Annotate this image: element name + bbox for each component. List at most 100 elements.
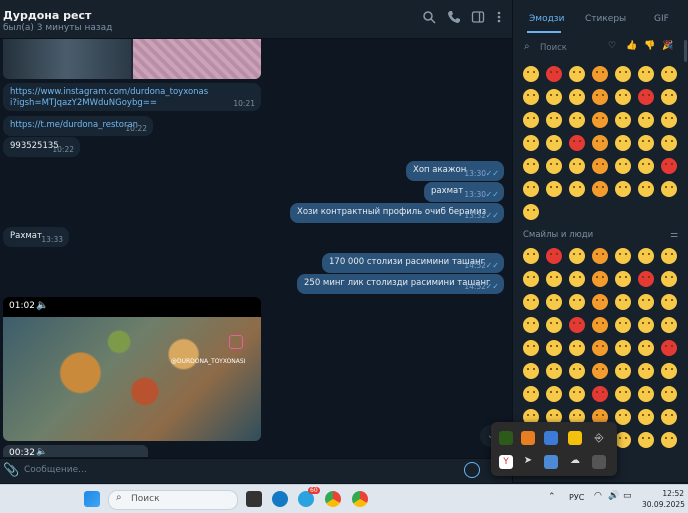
- emoji-item[interactable]: [546, 158, 562, 174]
- emoji-item[interactable]: [592, 363, 608, 379]
- party-icon[interactable]: 🎉: [662, 41, 673, 51]
- emoji-item[interactable]: [523, 181, 539, 197]
- emoji-item[interactable]: [592, 294, 608, 310]
- emoji-item[interactable]: [592, 248, 608, 264]
- video-message[interactable]: 00:32 🔈: [3, 445, 148, 457]
- emoji-item[interactable]: [523, 89, 539, 105]
- emoji-item[interactable]: [546, 271, 562, 287]
- emoji-item[interactable]: [523, 386, 539, 402]
- emoji-item[interactable]: [638, 294, 654, 310]
- emoji-item[interactable]: [615, 181, 631, 197]
- search-icon[interactable]: [421, 10, 437, 26]
- emoji-item[interactable]: [523, 294, 539, 310]
- volume-mute-icon[interactable]: 🔈: [36, 447, 47, 457]
- security-tray-icon[interactable]: [544, 455, 558, 469]
- photo-message[interactable]: [3, 39, 261, 79]
- task-view-icon[interactable]: [246, 491, 262, 507]
- settings-icon[interactable]: ⚌: [670, 230, 678, 240]
- emoji-item[interactable]: [546, 112, 562, 128]
- emoji-item[interactable]: [615, 248, 631, 264]
- emoji-search[interactable]: ⌕ Поиск ♡ 👍 👎 🎉: [520, 40, 684, 56]
- emoji-item[interactable]: [661, 135, 677, 151]
- emoji-item[interactable]: [638, 317, 654, 333]
- emoji-item[interactable]: [638, 363, 654, 379]
- emoji-item[interactable]: [638, 386, 654, 402]
- emoji-item[interactable]: [592, 135, 608, 151]
- emoji-item[interactable]: [615, 66, 631, 82]
- thumbs-up-icon[interactable]: 👍: [626, 41, 637, 51]
- emoji-item[interactable]: [569, 340, 585, 356]
- emoji-item[interactable]: [569, 294, 585, 310]
- language-indicator[interactable]: РУС: [569, 493, 584, 502]
- emoji-item[interactable]: [569, 317, 585, 333]
- emoji-item[interactable]: [546, 181, 562, 197]
- thumbs-down-icon[interactable]: 👎: [644, 41, 655, 51]
- emoji-item[interactable]: [661, 386, 677, 402]
- emoji-item[interactable]: [661, 294, 677, 310]
- sidebar-toggle-icon[interactable]: [470, 10, 486, 26]
- emoji-item[interactable]: [615, 112, 631, 128]
- emoji-item[interactable]: [523, 340, 539, 356]
- telegram-link[interactable]: https://t.me/durdona_restoran: [10, 120, 138, 130]
- taskbar-search[interactable]: ⌕ Поиск: [108, 490, 238, 510]
- emoji-item[interactable]: [638, 89, 654, 105]
- emoji-item[interactable]: [592, 386, 608, 402]
- emoji-item[interactable]: [615, 89, 631, 105]
- layers-tray-icon[interactable]: [544, 431, 558, 445]
- message-bubble[interactable]: 250 минг лик столизди расимини ташанг 14…: [297, 274, 504, 294]
- emoji-item[interactable]: [615, 271, 631, 287]
- emoji-item[interactable]: [546, 294, 562, 310]
- video-thumbnail[interactable]: [3, 317, 261, 441]
- emoji-item[interactable]: [592, 112, 608, 128]
- emoji-item[interactable]: [615, 340, 631, 356]
- emoji-item[interactable]: [569, 181, 585, 197]
- scrollbar[interactable]: [684, 40, 687, 62]
- message-bubble[interactable]: 170 000 столизи расимини ташанг 14:52 ✓✓: [322, 253, 504, 273]
- emoji-item[interactable]: [569, 66, 585, 82]
- emoji-item[interactable]: [615, 135, 631, 151]
- emoji-item[interactable]: [638, 181, 654, 197]
- message-input[interactable]: Сообщение...: [24, 465, 87, 475]
- emoji-item[interactable]: [661, 409, 677, 425]
- emoji-item[interactable]: [638, 340, 654, 356]
- emoji-item[interactable]: [638, 135, 654, 151]
- emoji-item[interactable]: [638, 112, 654, 128]
- emoji-item[interactable]: [592, 158, 608, 174]
- emoji-item[interactable]: [661, 340, 677, 356]
- emoji-item[interactable]: [638, 432, 654, 448]
- emoji-item[interactable]: [592, 340, 608, 356]
- telegram-tray-icon[interactable]: ➤: [521, 455, 535, 469]
- volume-mute-icon[interactable]: 🔈: [36, 300, 48, 311]
- emoji-item[interactable]: [546, 135, 562, 151]
- nvidia-icon[interactable]: [499, 431, 513, 445]
- emoji-item[interactable]: [523, 66, 539, 82]
- heart-icon[interactable]: ♡: [608, 41, 616, 51]
- emoji-item[interactable]: [569, 271, 585, 287]
- emoji-item[interactable]: [615, 158, 631, 174]
- emoji-item[interactable]: [661, 89, 677, 105]
- emoji-item[interactable]: [569, 112, 585, 128]
- message-bubble[interactable]: рахмат 13:30 ✓✓: [424, 182, 504, 202]
- app-tray-icon[interactable]: [592, 455, 606, 469]
- emoji-item[interactable]: [523, 271, 539, 287]
- chat-title[interactable]: Дурдона рест: [3, 9, 91, 22]
- emoji-item[interactable]: [546, 363, 562, 379]
- emoji-item[interactable]: [592, 89, 608, 105]
- emoji-item[interactable]: [523, 204, 539, 220]
- emoji-item[interactable]: [592, 317, 608, 333]
- message-bubble[interactable]: Рахмат 13:33: [3, 227, 69, 247]
- emoji-item[interactable]: [546, 340, 562, 356]
- usb-icon[interactable]: ⎆: [592, 431, 606, 445]
- emoji-item[interactable]: [661, 158, 677, 174]
- battery-icon[interactable]: ▭: [623, 491, 632, 501]
- emoji-item[interactable]: [615, 386, 631, 402]
- emoji-item[interactable]: [546, 89, 562, 105]
- emoji-search-input[interactable]: Поиск: [540, 43, 567, 53]
- emoji-item[interactable]: [546, 317, 562, 333]
- emoji-item[interactable]: [661, 363, 677, 379]
- emoji-item[interactable]: [615, 363, 631, 379]
- emoji-item[interactable]: [661, 432, 677, 448]
- clock-date[interactable]: 30.09.2025: [642, 500, 685, 509]
- wifi-icon[interactable]: ◠: [594, 491, 602, 501]
- emoji-item[interactable]: [638, 248, 654, 264]
